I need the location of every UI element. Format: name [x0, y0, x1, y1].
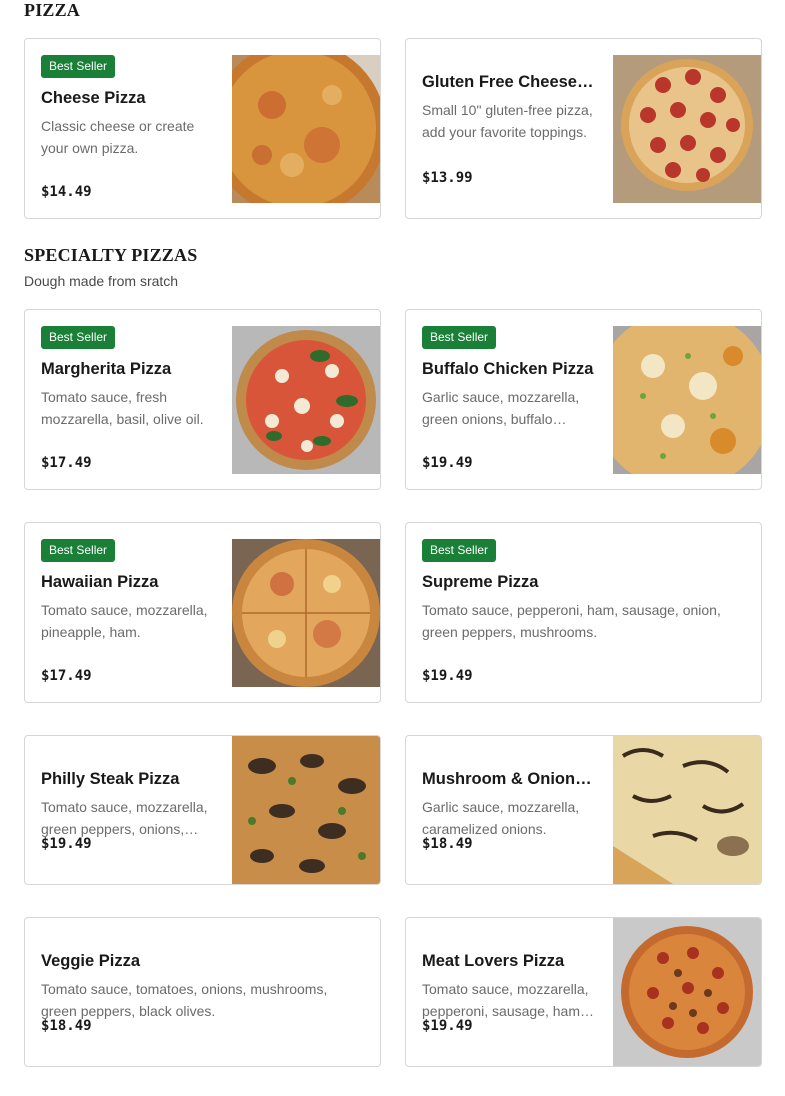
menu-item-description: Tomato sauce, mozzarella, pineapple, ham… — [41, 602, 208, 640]
menu-item-description: Tomato sauce, mozzarella, pepperoni, sau… — [422, 981, 589, 1019]
section-title-specialty-pizzas: SPECIALTY PIZZAS — [24, 245, 198, 265]
buffalo-chicken-pizza-image — [613, 326, 761, 474]
menu-item-card[interactable]: Gluten Free Cheese Pizza Small 10" glute… — [405, 38, 762, 219]
section-title-pizza: PIZZA — [24, 0, 81, 20]
menu-item-name: Mushroom & Onions Pizza — [422, 770, 597, 788]
menu-item-price: $17.49 — [41, 668, 92, 684]
menu-item-price: $19.49 — [41, 836, 92, 852]
menu-item-price: $17.49 — [41, 455, 92, 471]
menu-item-card[interactable]: Meat Lovers Pizza Tomato sauce, mozzarel… — [405, 917, 762, 1067]
menu-item-name: Buffalo Chicken Pizza — [422, 360, 594, 378]
menu-item-description: Classic cheese or create your own pizza. — [41, 118, 195, 156]
hawaiian-pizza-image — [232, 539, 380, 687]
menu-item-price: $19.49 — [422, 455, 473, 471]
menu-item-name: Meat Lovers Pizza — [422, 952, 565, 970]
menu-item-price: $19.49 — [422, 668, 473, 684]
margherita-pizza-image — [232, 326, 380, 474]
menu-item-description: Small 10" gluten-free pizza, add your fa… — [422, 102, 593, 140]
menu-item-card[interactable]: Best Seller Hawaiian Pizza Tomato sauce,… — [24, 522, 381, 703]
menu-item-description: Garlic sauce, mozzarella, green onions, … — [422, 389, 580, 427]
menu-item-name: Philly Steak Pizza — [41, 770, 180, 788]
menu-item-card[interactable]: Best Seller Margherita Pizza Tomato sauc… — [24, 309, 381, 490]
menu-item-name: Supreme Pizza — [422, 573, 539, 591]
cheese-pizza-image — [232, 55, 380, 203]
menu-item-description: Tomato sauce, pepperoni, ham, sausage, o… — [422, 602, 721, 640]
menu-item-card[interactable]: Philly Steak Pizza Tomato sauce, mozzare… — [24, 735, 381, 885]
menu-item-description: Garlic sauce, mozzarella, caramelized on… — [422, 799, 580, 837]
best-seller-badge: Best Seller — [422, 326, 497, 349]
menu-item-price: $19.49 — [422, 1018, 473, 1034]
section-subtitle-specialty-pizzas: Dough made from sratch — [24, 273, 179, 289]
menu-item-card[interactable]: Best Seller Buffalo Chicken Pizza Garlic… — [405, 309, 762, 490]
menu-item-name: Margherita Pizza — [41, 360, 172, 378]
menu-item-name: Cheese Pizza — [41, 89, 146, 107]
menu-item-description: Tomato sauce, tomatoes, onions, mushroom… — [41, 981, 328, 1019]
menu-item-description: Tomato sauce, mozzarella, green peppers,… — [41, 799, 208, 837]
menu-item-name: Veggie Pizza — [41, 952, 141, 970]
best-seller-badge: Best Seller — [41, 55, 116, 78]
pepperoni-pizza-image — [613, 55, 761, 203]
best-seller-badge: Best Seller — [41, 326, 116, 349]
menu-item-card[interactable]: Veggie Pizza Tomato sauce, tomatoes, oni… — [24, 917, 381, 1067]
best-seller-badge: Best Seller — [41, 539, 116, 562]
philly-steak-pizza-image — [232, 736, 380, 884]
menu-item-price: $18.49 — [422, 836, 473, 852]
menu-item-name: Gluten Free Cheese Pizza — [422, 73, 597, 91]
menu-item-price: $18.49 — [41, 1018, 92, 1034]
best-seller-badge: Best Seller — [422, 539, 497, 562]
menu-item-card[interactable]: Best Seller Cheese Pizza Classic cheese … — [24, 38, 381, 219]
menu-item-price: $13.99 — [422, 170, 473, 186]
menu-item-name: Hawaiian Pizza — [41, 573, 159, 591]
menu-item-card[interactable]: Mushroom & Onions Pizza Garlic sauce, mo… — [405, 735, 762, 885]
menu-item-description: Tomato sauce, fresh mozzarella, basil, o… — [41, 389, 204, 427]
meat-lovers-pizza-image — [613, 918, 761, 1066]
menu-item-price: $14.49 — [41, 184, 92, 200]
menu-item-card[interactable]: Best Seller Supreme Pizza Tomato sauce, … — [405, 522, 762, 703]
mushroom-onion-pizza-image — [613, 736, 761, 884]
